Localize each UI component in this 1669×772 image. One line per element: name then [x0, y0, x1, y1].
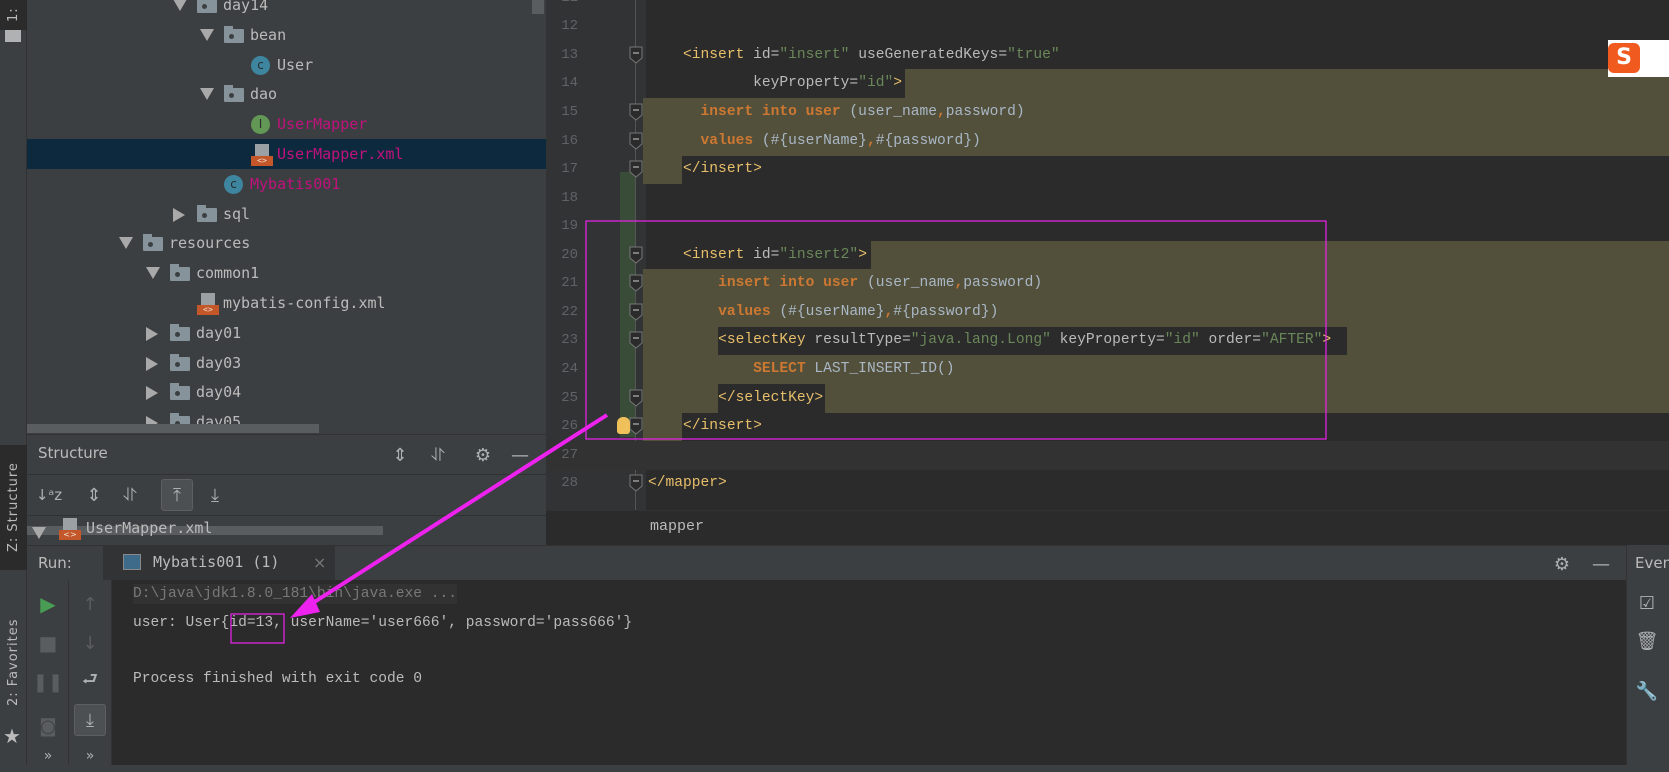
annotation-box-code	[585, 220, 1327, 440]
annotation-overlay	[230, 220, 1327, 644]
annotation-box-id	[230, 613, 285, 644]
annotation-arrow	[303, 413, 609, 610]
annotation-arrowhead	[290, 594, 320, 618]
